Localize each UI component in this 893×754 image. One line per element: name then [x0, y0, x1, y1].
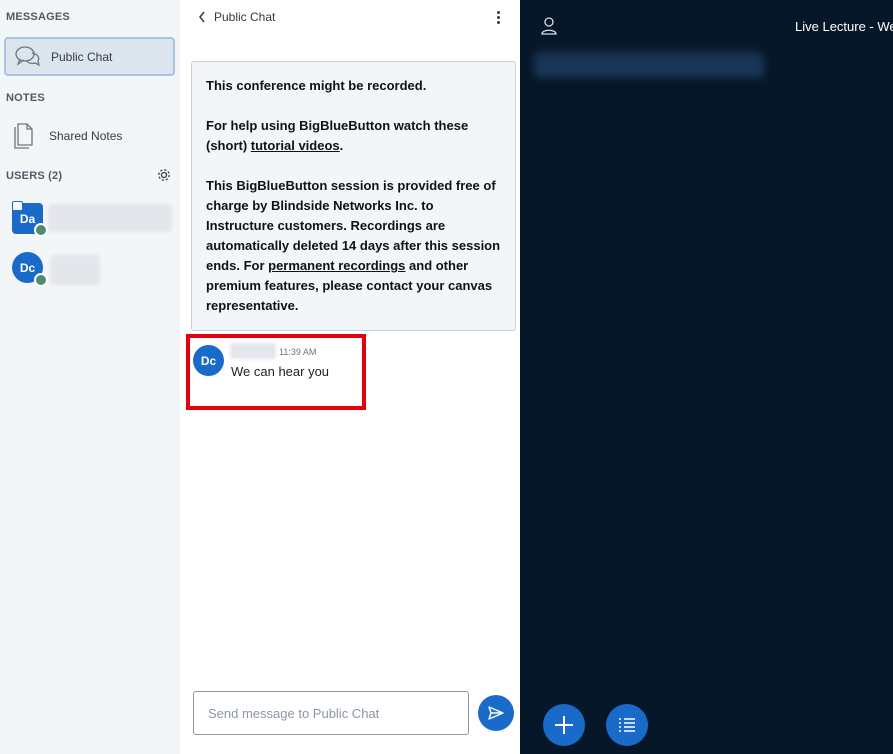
welcome-message: This conference might be recorded. For h…	[191, 61, 516, 331]
presenter-icon	[12, 201, 23, 211]
message-input[interactable]	[194, 692, 468, 734]
meeting-title: Live Lecture - Wec	[795, 19, 893, 34]
actions-button[interactable]	[543, 704, 585, 746]
chat-header-back[interactable]: Public Chat	[198, 10, 275, 24]
notes-document-icon	[14, 123, 33, 149]
user-row[interactable]: Da	[0, 200, 180, 240]
recorded-notice: This conference might be recorded.	[206, 78, 427, 93]
blurred-user-name	[50, 255, 100, 285]
shared-notes-label: Shared Notes	[49, 129, 123, 143]
permanent-recordings-link[interactable]: permanent recordings	[268, 258, 405, 273]
blurred-user-name	[48, 204, 172, 232]
users-section-title: USERS (2)	[6, 170, 63, 182]
messages-section-title: MESSAGES	[6, 11, 70, 23]
for-text: For	[239, 258, 269, 273]
help-suffix: .	[339, 138, 344, 153]
chat-title: Public Chat	[214, 10, 276, 24]
gear-icon[interactable]	[156, 167, 172, 183]
list-icon	[619, 718, 635, 732]
microphone-status-icon	[34, 273, 48, 287]
send-icon	[488, 706, 504, 720]
provider-text: This BigBlueButton session is provided f…	[206, 176, 501, 316]
blurred-banner	[534, 52, 764, 78]
tutorial-videos-link[interactable]: tutorial videos	[251, 138, 340, 153]
plus-icon	[555, 716, 573, 734]
public-chat-item[interactable]: Public Chat	[4, 37, 175, 76]
message-input-container[interactable]	[193, 691, 469, 735]
list-button[interactable]	[606, 704, 648, 746]
user-list-panel: MESSAGES Public Chat NOTES Shared Notes …	[0, 0, 180, 754]
send-button[interactable]	[478, 695, 514, 731]
avatar-initials: Dc	[19, 260, 36, 275]
public-chat-label: Public Chat	[51, 50, 113, 64]
user-icon[interactable]	[541, 17, 557, 35]
notes-section-title: NOTES	[6, 92, 45, 104]
help-text: For help using BigBlueButton watch these…	[206, 116, 501, 156]
microphone-status-icon	[34, 223, 48, 237]
user-row[interactable]: Dc	[0, 252, 180, 292]
shared-notes-item[interactable]: Shared Notes	[4, 118, 175, 154]
avatar-initials: Da	[19, 211, 36, 226]
chevron-left-icon	[199, 11, 205, 23]
chat-panel: Public Chat This conference might be rec…	[180, 0, 520, 754]
chat-bubbles-icon	[15, 46, 40, 67]
highlight-box	[186, 334, 366, 410]
more-options-icon[interactable]	[492, 9, 504, 27]
presentation-area: Live Lecture - Wec	[520, 0, 893, 754]
